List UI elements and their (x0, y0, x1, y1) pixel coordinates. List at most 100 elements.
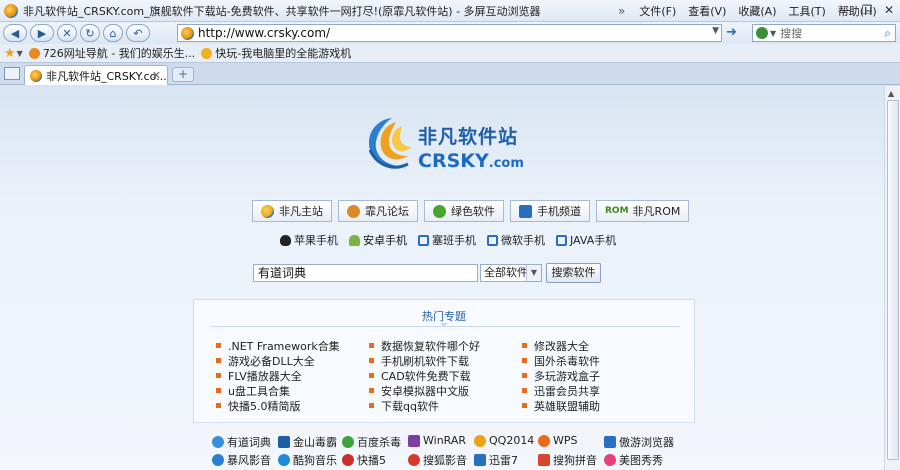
software-link-winrar[interactable]: WinRAR (408, 434, 466, 447)
window-title: 非凡软件站_CRSKY.com_旗舰软件下载站-免费软件、共享软件一网打尽!(原… (23, 4, 541, 18)
hot-topic-label: 多玩游戏盒子 (534, 369, 600, 383)
hot-topic-item[interactable]: 修改器大全 (522, 338, 600, 353)
phone-link-android[interactable]: 安卓手机 (349, 232, 407, 248)
hot-topic-label: 英雄联盟辅助 (534, 399, 600, 413)
software-link-meitu[interactable]: 美图秀秀 (604, 452, 663, 468)
phone-link-apple[interactable]: 苹果手机 (280, 232, 338, 248)
tab-crsky[interactable]: 非凡软件站_CRSKY.co... ✕ (24, 65, 168, 85)
minimize-button[interactable]: — (834, 0, 856, 20)
favorite-item-kuaiwan[interactable]: 快玩-我电脑里的全能游戏机 (201, 45, 351, 61)
phone-link-label: 安卓手机 (363, 234, 407, 247)
tab-close-icon[interactable]: ✕ (152, 69, 161, 82)
forward-button[interactable]: ▶ (30, 24, 54, 42)
software-link-kugou[interactable]: 酷狗音乐 (278, 452, 337, 468)
favorite-726-icon (28, 47, 40, 59)
hot-topic-item[interactable]: 多玩游戏盒子 (522, 368, 600, 383)
software-label: 搜狗拼音 (553, 454, 597, 467)
menu-overflow-icon[interactable]: » (618, 4, 625, 18)
search-engine-icon[interactable] (756, 27, 768, 39)
back-button[interactable]: ◀ (3, 24, 27, 42)
hot-topics-title: 热门专题 (422, 310, 466, 323)
hot-topic-label: u盘工具合集 (228, 384, 290, 398)
hot-topic-item[interactable]: 安卓模拟器中文版 (369, 383, 480, 398)
undo-close-button[interactable]: ↶ (126, 24, 150, 42)
maximize-button[interactable]: ❐ (856, 0, 878, 20)
hot-topic-item[interactable]: 迅雷会员共享 (522, 383, 600, 398)
software-link-wps[interactable]: WPS (538, 434, 578, 447)
vertical-scrollbar[interactable]: ▲ (884, 86, 900, 470)
phone-link-symbian[interactable]: 塞班手机 (418, 232, 476, 248)
chevron-down-icon[interactable]: ▼ (526, 265, 541, 281)
close-window-button[interactable]: ✕ (878, 0, 900, 20)
menu-view[interactable]: 查看(V) (688, 3, 726, 19)
software-link-qq[interactable]: QQ2014 (474, 434, 534, 447)
refresh-button[interactable]: ↻ (80, 24, 100, 42)
hot-topic-item[interactable]: FLV播放器大全 (216, 368, 340, 383)
channel-mobile-button[interactable]: 手机频道 (510, 200, 590, 222)
favorites-dropdown-icon[interactable]: ▼ (17, 49, 23, 58)
address-bar[interactable]: http://www.crsky.com/ ▼ (177, 24, 722, 42)
phone-link-java[interactable]: JAVA手机 (556, 232, 616, 248)
hot-topic-item[interactable]: 快播5.0精简版 (216, 398, 340, 413)
menu-tools[interactable]: 工具(T) (788, 3, 825, 19)
bullet-icon (522, 358, 527, 363)
search-input[interactable]: 搜搜 (780, 25, 802, 41)
search-category-value: 全部软件 (484, 266, 528, 279)
search-engine-dropdown-icon[interactable]: ▼ (770, 29, 776, 38)
software-link-youdao[interactable]: 有道词典 (212, 434, 271, 450)
software-link-baofeng[interactable]: 暴风影音 (212, 452, 271, 468)
stop-button[interactable]: ✕ (57, 24, 77, 42)
hot-topics-panel: 热门专题 .NET Framework合集 游戏必备DLL大全 FLV播放器大全… (193, 299, 695, 423)
logo-name-en-main: CRSKY (418, 150, 489, 172)
software-label: 酷狗音乐 (293, 454, 337, 467)
hot-topic-item[interactable]: 下载qq软件 (369, 398, 480, 413)
software-label: 美图秀秀 (619, 454, 663, 467)
hot-topic-item[interactable]: 数据恢复软件哪个好 (369, 338, 480, 353)
hot-topic-item[interactable]: 游戏必备DLL大全 (216, 353, 340, 368)
menu-favorites[interactable]: 收藏(A) (738, 3, 776, 19)
software-label: 金山毒霸 (293, 436, 337, 449)
address-dropdown-icon[interactable]: ▼ (712, 26, 719, 36)
menu-file[interactable]: 文件(F) (639, 3, 676, 19)
search-box[interactable]: ▼ 搜搜 ⌕ (752, 24, 896, 42)
favorites-star-icon[interactable]: ★ (4, 46, 16, 61)
hot-topic-item[interactable]: .NET Framework合集 (216, 338, 340, 353)
channel-label: 手机频道 (537, 205, 581, 218)
scroll-up-icon[interactable]: ▲ (888, 89, 894, 98)
hot-topic-item[interactable]: 英雄联盟辅助 (522, 398, 600, 413)
phone-link-windows[interactable]: 微软手机 (487, 232, 545, 248)
favorite-item-726[interactable]: 726网址导航 - 我们的娱乐生... (28, 45, 195, 61)
channel-main-button[interactable]: 非凡主站 (252, 200, 332, 222)
software-link-qvod[interactable]: 快播5 (342, 452, 386, 468)
home-button[interactable]: ⌂ (103, 24, 123, 42)
software-search-input[interactable]: 有道词典 (253, 264, 478, 282)
crsky-logo[interactable]: 非凡软件站 CRSKY.com (362, 110, 532, 180)
go-button[interactable]: ➜ (726, 25, 737, 40)
address-input[interactable]: http://www.crsky.com/ (198, 26, 330, 40)
software-link-duba[interactable]: 金山毒霸 (278, 434, 337, 450)
symbian-icon (418, 234, 429, 246)
hot-topic-item[interactable]: CAD软件免费下载 (369, 368, 480, 383)
hot-topic-item[interactable]: 国外杀毒软件 (522, 353, 600, 368)
software-link-sogou-pinyin[interactable]: 搜狗拼音 (538, 452, 597, 468)
channel-rom-button[interactable]: ROM 非凡ROM (596, 200, 690, 222)
search-category-select[interactable]: 全部软件 ▼ (480, 264, 542, 282)
scrollbar-thumb[interactable] (887, 100, 899, 460)
software-label: 暴风影音 (227, 454, 271, 467)
hot-topic-item[interactable]: u盘工具合集 (216, 383, 340, 398)
software-link-baidu-antivirus[interactable]: 百度杀毒 (342, 434, 401, 450)
bullet-icon (216, 403, 221, 408)
search-software-button[interactable]: 搜索软件 (546, 263, 601, 283)
hot-topic-item[interactable]: 手机刷机软件下载 (369, 353, 480, 368)
channel-green-button[interactable]: 绿色软件 (424, 200, 504, 222)
software-label: 快播5 (357, 454, 386, 467)
software-link-sohu-player[interactable]: 搜狐影音 (408, 452, 467, 468)
tab-list-icon[interactable] (4, 67, 20, 80)
software-link-xunlei[interactable]: 迅雷7 (474, 452, 518, 468)
software-link-maxthon[interactable]: 傲游浏览器 (604, 434, 674, 450)
search-icon[interactable]: ⌕ (884, 26, 891, 41)
forum-icon (347, 204, 360, 218)
new-tab-button[interactable]: + (172, 67, 194, 82)
software-label: 迅雷7 (489, 454, 518, 467)
channel-forum-button[interactable]: 霏凡论坛 (338, 200, 418, 222)
